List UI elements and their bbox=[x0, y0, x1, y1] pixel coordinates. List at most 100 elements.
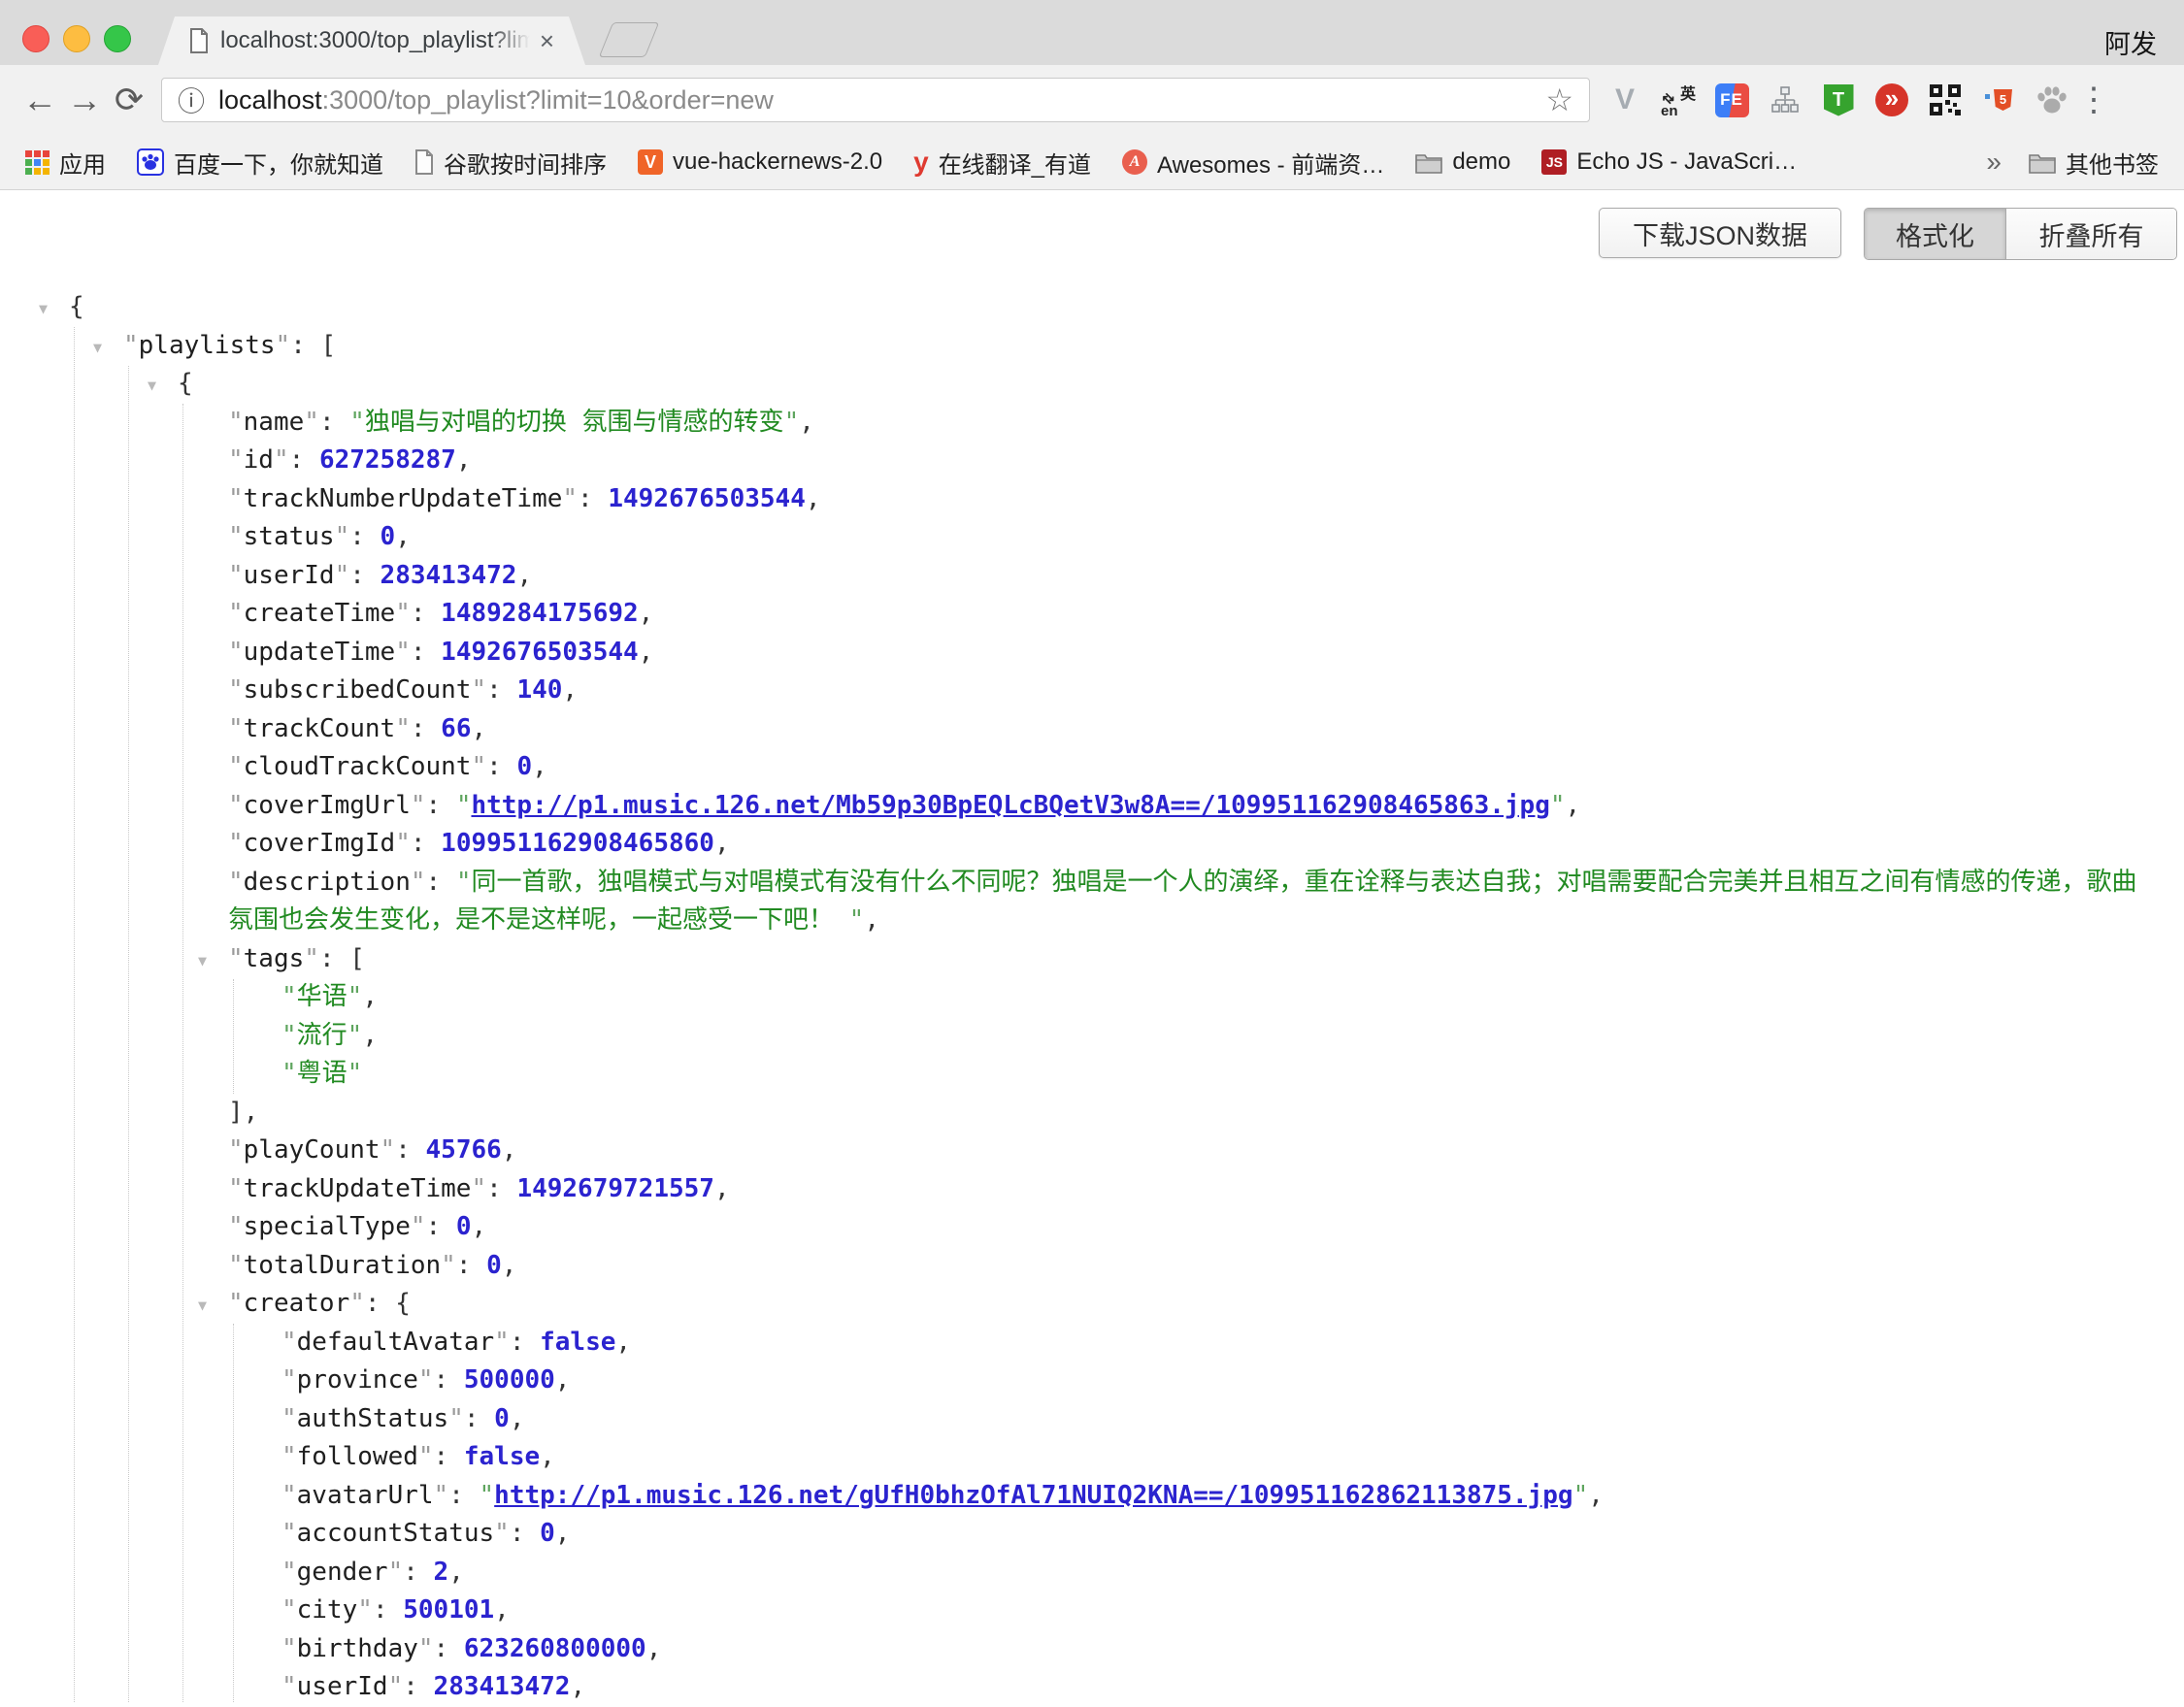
indent-guide bbox=[128, 366, 129, 1702]
collapse-triangle-icon[interactable]: ▼ bbox=[198, 942, 207, 981]
bookmark-awesomes[interactable]: AAwesomes - 前端资… bbox=[1122, 146, 1384, 180]
close-window-button[interactable] bbox=[22, 25, 50, 52]
extension-translate[interactable]: 英en⇄ bbox=[1659, 81, 1698, 119]
url-text[interactable]: localhost:3000/top_playlist?limit=10&ord… bbox=[218, 85, 1545, 115]
collapse-triangle-icon[interactable]: ▼ bbox=[93, 329, 102, 368]
back-icon[interactable]: ← bbox=[17, 80, 62, 120]
bookmark-google-sort[interactable]: 谷歌按时间排序 bbox=[414, 146, 607, 180]
json-row: "coverImgUrl": "http://p1.music.126.net/… bbox=[0, 787, 2184, 826]
profile-name[interactable]: 阿发 bbox=[2104, 23, 2157, 61]
other-bookmarks[interactable]: 其他书签 bbox=[2029, 146, 2159, 180]
svg-text:5: 5 bbox=[2000, 92, 2006, 107]
minimize-window-button[interactable] bbox=[63, 25, 90, 52]
bookmark-apps[interactable]: 应用 bbox=[25, 146, 106, 180]
qrcode-icon bbox=[1930, 84, 1961, 115]
extension-vue-devtools[interactable]: V bbox=[1605, 81, 1644, 119]
collapse-triangle-icon[interactable]: ▼ bbox=[148, 367, 156, 406]
json-row: "playCount": 45766, bbox=[0, 1132, 2184, 1170]
page-info-icon[interactable]: ⓘ bbox=[178, 81, 205, 119]
vue-devtools-icon: V bbox=[1615, 83, 1635, 116]
json-tree: ▼{▼"playlists": [▼{"name": "独唱与对唱的切换 氛围与… bbox=[0, 288, 2184, 1702]
collapse-triangle-icon[interactable]: ▼ bbox=[198, 1287, 207, 1326]
url-path: :3000/top_playlist?limit=10&order=new bbox=[322, 85, 774, 115]
json-row: "华语", bbox=[0, 978, 2184, 1017]
json-row: "subscribedCount": 140, bbox=[0, 672, 2184, 710]
json-link[interactable]: http://p1.music.126.net/gUfH0bhzOfAl71NU… bbox=[494, 1481, 1572, 1510]
browser-menu-icon[interactable]: ⋮ bbox=[2077, 81, 2106, 119]
folder-icon bbox=[1415, 151, 1442, 174]
indent-guide bbox=[74, 327, 75, 1702]
vue-icon: V bbox=[638, 149, 663, 175]
tab-title-fade bbox=[491, 27, 530, 54]
bookmarks-overflow-icon[interactable]: » bbox=[1986, 147, 2002, 178]
json-row: ▼"tags": [ bbox=[0, 940, 2184, 979]
apps-grid-icon bbox=[25, 150, 50, 175]
folder-icon bbox=[2029, 151, 2056, 174]
bookmark-youdao[interactable]: y在线翻译_有道 bbox=[913, 146, 1091, 180]
page-icon bbox=[414, 149, 434, 175]
baidu-paw-icon bbox=[137, 148, 164, 176]
json-row: "trackUpdateTime": 1492679721557, bbox=[0, 1170, 2184, 1209]
bookmark-label: 应用 bbox=[59, 146, 106, 180]
bookmark-demo[interactable]: demo bbox=[1415, 148, 1510, 176]
bookmark-label: 其他书签 bbox=[2066, 146, 2159, 180]
extension-fehelper[interactable]: FE bbox=[1712, 81, 1751, 119]
bookmark-label: Echo JS - JavaScri… bbox=[1576, 148, 1797, 176]
bookmark-label: Awesomes - 前端资… bbox=[1157, 146, 1384, 180]
html5-player-icon: 5 bbox=[1984, 88, 2013, 113]
json-row: "birthday": 623260800000, bbox=[0, 1630, 2184, 1669]
json-viewer-page: 下载JSON数据 格式化 折叠所有 ▼{▼"playlists": [▼{"na… bbox=[0, 191, 2184, 1702]
extension-qrcode[interactable] bbox=[1926, 81, 1965, 119]
json-row: ▼{ bbox=[0, 365, 2184, 404]
json-row: ▼"playlists": [ bbox=[0, 327, 2184, 366]
url-host: localhost bbox=[218, 85, 322, 115]
new-tab-button[interactable] bbox=[599, 22, 660, 57]
json-row: "updateTime": 1492676503544, bbox=[0, 634, 2184, 673]
bookmark-echojs[interactable]: JS Echo JS - JavaScri… bbox=[1541, 148, 1797, 176]
indent-guide bbox=[233, 979, 234, 1094]
address-bar[interactable]: ⓘ localhost:3000/top_playlist?limit=10&o… bbox=[161, 78, 1590, 122]
json-row: "userId": 283413472, bbox=[0, 1668, 2184, 1707]
bookmark-star-icon[interactable]: ☆ bbox=[1545, 82, 1573, 118]
collapse-all-button[interactable]: 折叠所有 bbox=[2006, 209, 2176, 259]
json-row: ▼{ bbox=[0, 288, 2184, 327]
json-row: "province": 500000, bbox=[0, 1362, 2184, 1400]
json-row: ▼"creator": { bbox=[0, 1285, 2184, 1324]
json-row: "avatarUrl": "http://p1.music.126.net/gU… bbox=[0, 1477, 2184, 1516]
download-json-button[interactable]: 下载JSON数据 bbox=[1599, 208, 1841, 258]
extension-html5-player[interactable]: 5 bbox=[1979, 81, 2018, 119]
json-link[interactable]: http://p1.music.126.net/Mb59p30BpEQLcBQe… bbox=[471, 791, 1549, 820]
zoom-window-button[interactable] bbox=[104, 25, 131, 52]
sitemap-icon bbox=[1770, 84, 1801, 115]
extensions-row: V 英en⇄ FE T » 5 bbox=[1605, 81, 2071, 119]
indent-guide bbox=[182, 404, 183, 1702]
fehelper-icon: FE bbox=[1715, 83, 1749, 117]
json-row: "name": "独唱与对唱的切换 氛围与情感的转变", bbox=[0, 404, 2184, 443]
extension-paw[interactable] bbox=[2033, 81, 2071, 119]
collapse-triangle-icon[interactable]: ▼ bbox=[39, 290, 48, 329]
json-row: "description": "同一首歌，独唱模式与对唱模式有没有什么不同呢？独… bbox=[0, 864, 2184, 940]
extension-shield-t[interactable]: T bbox=[1819, 81, 1858, 119]
tab-close-icon[interactable]: × bbox=[540, 28, 554, 53]
json-row: "totalDuration": 0, bbox=[0, 1247, 2184, 1286]
extension-fast-forward[interactable]: » bbox=[1872, 81, 1911, 119]
bookmark-baidu[interactable]: 百度一下，你就知道 bbox=[137, 146, 383, 180]
shield-t-icon: T bbox=[1824, 84, 1854, 116]
json-row: "流行", bbox=[0, 1017, 2184, 1056]
bookmarks-bar: 应用 百度一下，你就知道谷歌按时间排序 Vvue-hackernews-2.0 y在… bbox=[0, 135, 2184, 190]
forward-icon[interactable]: → bbox=[62, 80, 107, 120]
json-row: "followed": false, bbox=[0, 1438, 2184, 1477]
bookmark-label: 在线翻译_有道 bbox=[939, 146, 1091, 180]
tab-title: localhost:3000/top_playlist?limit=10&ord… bbox=[220, 27, 530, 54]
bookmark-vue-hn[interactable]: Vvue-hackernews-2.0 bbox=[638, 148, 882, 176]
fast-forward-icon: » bbox=[1875, 83, 1908, 116]
browser-tab[interactable]: localhost:3000/top_playlist?limit=10&ord… bbox=[158, 16, 585, 65]
reload-icon[interactable]: ⟳ bbox=[107, 80, 151, 120]
json-row: ], bbox=[0, 1094, 2184, 1133]
json-row: "trackCount": 66, bbox=[0, 710, 2184, 749]
extension-sitemap[interactable] bbox=[1766, 81, 1804, 119]
json-row: "specialType": 0, bbox=[0, 1208, 2184, 1247]
format-button[interactable]: 格式化 bbox=[1865, 209, 2006, 259]
json-row: "cloudTrackCount": 0, bbox=[0, 748, 2184, 787]
echojs-icon: JS bbox=[1541, 149, 1567, 175]
